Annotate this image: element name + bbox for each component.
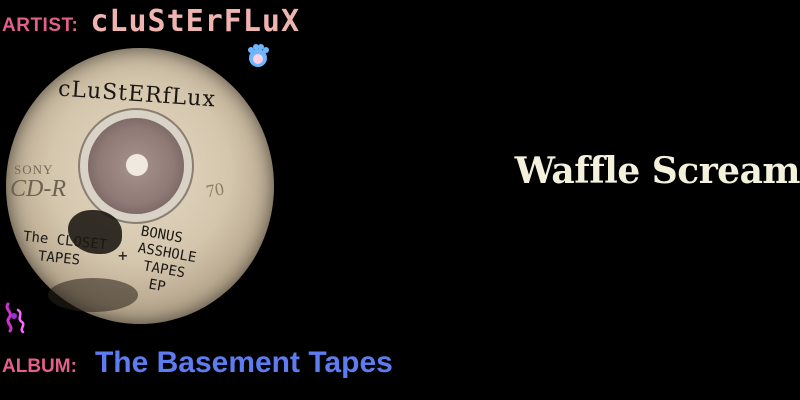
cd-format: CD-R <box>10 176 66 202</box>
album-name[interactable]: The Basement Tapes <box>95 346 393 380</box>
cd-center-hole <box>126 154 148 176</box>
album-line: ALBUM: The Basement Tapes <box>2 346 393 386</box>
album-cover-art: cLuStERfLux SONY CD-R 70 The CLOSET TAPE… <box>0 40 280 336</box>
cd-minutes: 70 <box>204 178 226 202</box>
artist-name[interactable]: cLuStErFLuX <box>90 4 300 39</box>
paw-icon[interactable] <box>244 42 272 70</box>
artist-line: ARTIST: cLuStErFLuX <box>2 4 300 44</box>
album-label: ALBUM: <box>2 356 77 377</box>
artist-label: ARTIST: <box>2 15 79 36</box>
cd-handwritten-plus: + <box>118 246 128 265</box>
pink-glyph-icon[interactable] <box>2 300 28 334</box>
track-title: Waffle Scream <box>514 150 800 192</box>
cd-handwritten-right: BONUS ASSHOLE TAPES EP <box>130 223 198 296</box>
cd-stain <box>48 278 138 312</box>
